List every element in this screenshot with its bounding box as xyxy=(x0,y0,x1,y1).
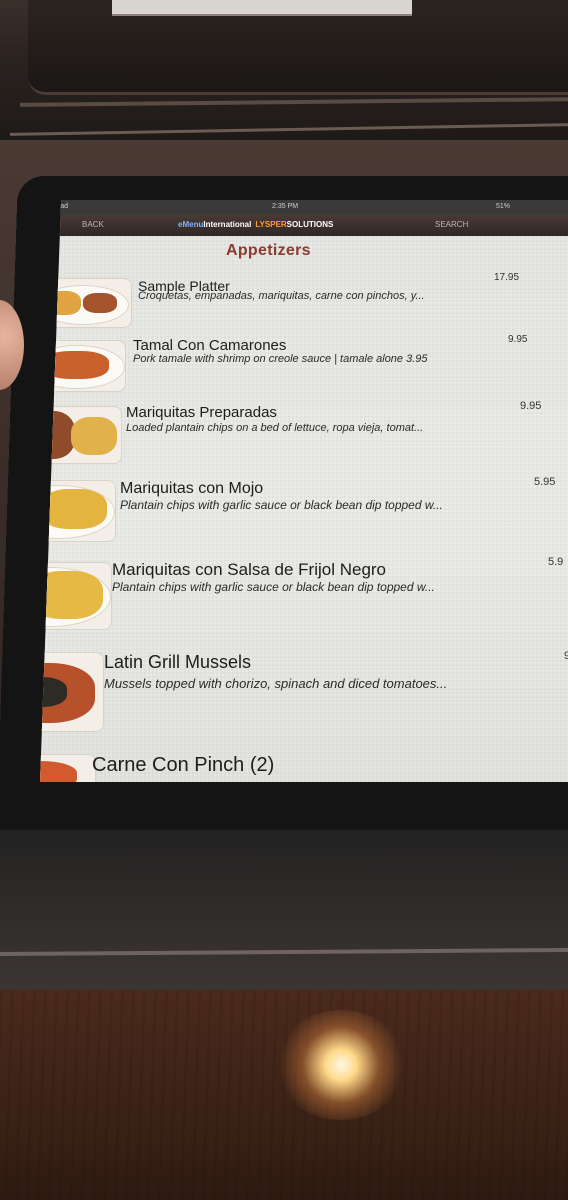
menu-item[interactable]: Sample Platter Croquetas, empanadas, mar… xyxy=(40,272,568,330)
menu-cover-top xyxy=(0,0,568,140)
menu-item[interactable]: Mariquitas con Mojo Plantain chips with … xyxy=(40,476,568,542)
brand-logo: eMenuInternational LYSPERSOLUTIONS xyxy=(178,220,334,229)
item-name: Latin Grill Mussels xyxy=(104,652,252,672)
menu-item[interactable]: Mariquitas con Salsa de Frijol Negro Pla… xyxy=(40,556,568,630)
item-description: Plantain chips with garlic sauce or blac… xyxy=(112,580,435,594)
menu-item[interactable]: Mariquitas Preparadas Loaded plantain ch… xyxy=(40,400,568,464)
status-bar: iPad 2:35 PM 51% xyxy=(40,200,568,214)
item-description: Mussels topped with chorizo, spinach and… xyxy=(104,676,448,691)
item-name: Mariquitas Preparadas xyxy=(126,404,277,421)
stitch-seam xyxy=(0,948,568,956)
item-description: Plantain chips with garlic sauce or blac… xyxy=(120,498,443,512)
menu-item[interactable]: Tamal Con Camarones Pork tamale with shr… xyxy=(40,334,568,392)
wooden-table xyxy=(0,990,568,1200)
menu-item[interactable]: Carne Con Pinch (2) xyxy=(40,754,568,782)
item-price: 9.95 xyxy=(508,334,528,345)
item-name: Mariquitas con Mojo xyxy=(120,480,264,497)
battery-level: 51% xyxy=(496,203,511,210)
light-glare xyxy=(276,1010,406,1120)
item-price: 5.95 xyxy=(534,476,556,488)
item-description: Loaded plantain chips on a bed of lettuc… xyxy=(126,422,424,434)
paper-page xyxy=(112,0,412,16)
item-name: Mariquitas con Salsa de Frijol Negro xyxy=(112,560,387,579)
food-photo xyxy=(40,652,104,732)
tablet-case-lower xyxy=(0,830,568,990)
item-price: 9.95 xyxy=(520,400,542,412)
nav-bar: BACK eMenuInternational LYSPERSOLUTIONS S… xyxy=(40,214,568,236)
food-photo xyxy=(40,754,96,782)
menu-item[interactable]: Latin Grill Mussels Mussels topped with … xyxy=(40,650,568,732)
item-price: 5.9 xyxy=(548,556,564,568)
back-button[interactable]: BACK xyxy=(82,214,104,236)
tablet-screen: iPad 2:35 PM 51% BACK eMenuInternational… xyxy=(40,200,568,782)
food-photo xyxy=(40,562,112,630)
item-description: Croquetas, empanadas, mariquitas, carne … xyxy=(138,290,425,302)
item-name: Tamal Con Camarones xyxy=(133,337,287,354)
section-title: Appetizers xyxy=(226,242,311,259)
item-description: Pork tamale with shrimp on creole sauce … xyxy=(133,353,428,365)
item-price: 9 xyxy=(564,650,568,662)
food-photo xyxy=(40,480,116,542)
status-time: 2:35 PM xyxy=(272,203,299,210)
item-name: Carne Con Pinch (2) xyxy=(92,754,275,776)
search-button[interactable]: SEARCH xyxy=(435,214,468,236)
item-price: 17.95 xyxy=(494,272,520,283)
